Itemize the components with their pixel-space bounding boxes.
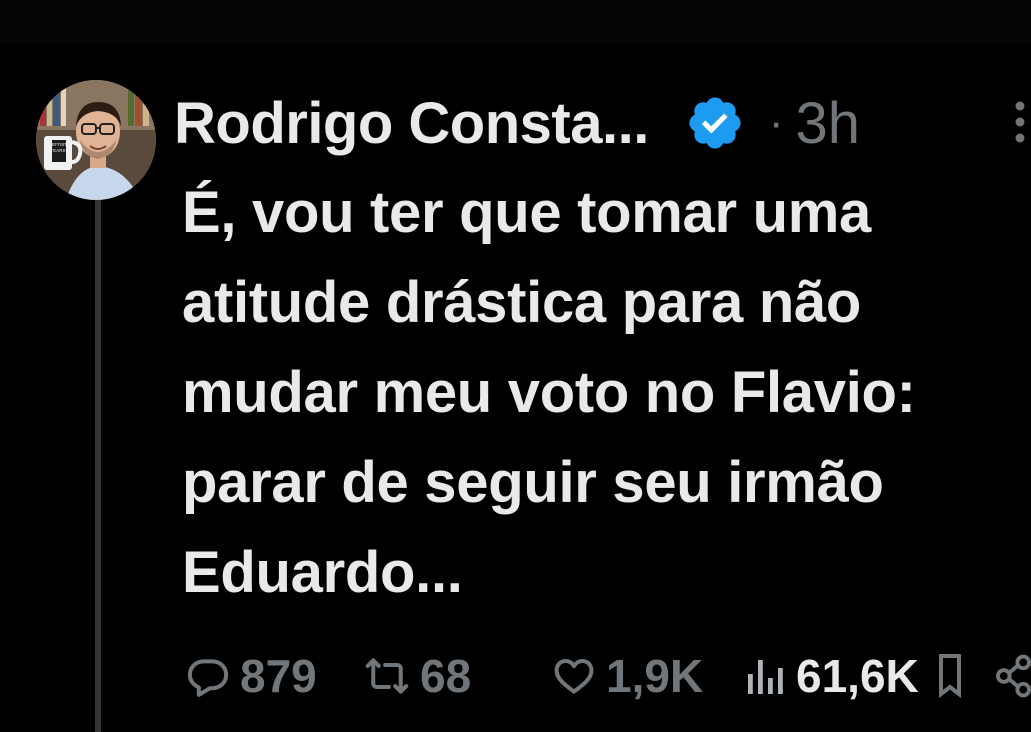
tweet-actions: 879 68 1,9K 61,6K	[0, 648, 1031, 708]
author-display-name[interactable]: Rodrigo Consta...	[174, 90, 649, 157]
retweet-button[interactable]: 68	[364, 648, 471, 704]
tweet-header: Rodrigo Consta... · 3h	[174, 88, 860, 158]
reply-button[interactable]: 879	[186, 648, 317, 704]
svg-text:LEFTIST: LEFTIST	[49, 142, 67, 147]
top-strip	[0, 0, 1031, 44]
separator-dot: ·	[768, 98, 784, 147]
more-icon[interactable]	[1012, 98, 1028, 146]
bookmark-icon[interactable]	[938, 652, 962, 705]
like-icon	[552, 654, 596, 698]
like-count: 1,9K	[606, 650, 704, 702]
views-count: 61,6K	[796, 650, 919, 702]
like-button[interactable]: 1,9K	[552, 648, 703, 704]
timestamp[interactable]: 3h	[795, 90, 860, 157]
retweet-count: 68	[420, 650, 472, 702]
share-icon[interactable]	[996, 652, 1031, 705]
views-icon	[746, 654, 786, 698]
verified-badge-icon[interactable]	[685, 93, 745, 153]
retweet-icon	[364, 654, 410, 698]
reply-count: 879	[240, 650, 317, 702]
svg-text:TEARS: TEARS	[50, 148, 65, 153]
reply-icon	[186, 654, 230, 698]
avatar[interactable]: LEFTIST TEARS	[36, 80, 156, 200]
tweet-text: É, vou ter que tomar uma atitude drástic…	[182, 180, 916, 605]
views-button[interactable]: 61,6K	[746, 648, 919, 704]
